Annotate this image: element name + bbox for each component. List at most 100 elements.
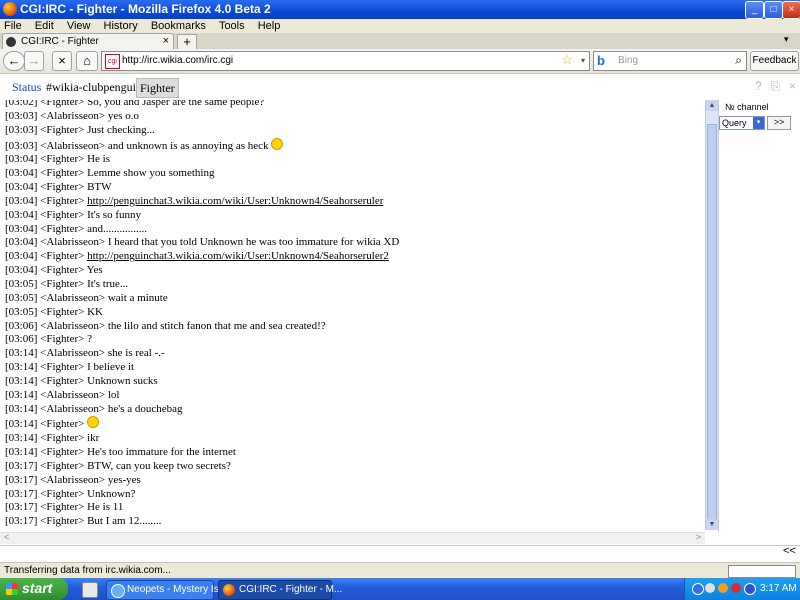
window-title: CGI:IRC - Fighter - Mozilla Firefox 4.0 … [20,2,271,16]
minimize-button[interactable]: _ [745,1,764,19]
window-title-bar[interactable]: CGI:IRC - Fighter - Mozilla Firefox 4.0 … [0,0,800,19]
chat-message: [03:03] <Fighter> Just checking... [0,124,704,138]
tray-antivirus-icon[interactable] [731,583,741,593]
close-window-icon[interactable]: × [786,80,799,93]
message-time: [03:17] [5,487,38,500]
message-text: ikr [87,432,100,445]
stop-button[interactable]: × [52,51,72,71]
message-time: [03:02] [5,100,38,108]
send-button[interactable]: << [783,545,796,557]
menu-history[interactable]: History [104,19,138,33]
chevron-down-icon[interactable]: ▾ [753,117,764,129]
menu-view[interactable]: View [67,19,91,33]
forward-button[interactable]: → [24,51,44,71]
message-nick: <Alabrisseon> [40,139,106,152]
new-tab-button[interactable]: + [177,34,197,50]
horizontal-scrollbar[interactable]: < > [0,532,705,544]
menu-edit[interactable]: Edit [35,19,54,33]
tray-messenger-icon[interactable] [705,583,715,593]
message-nick: <Fighter> [40,501,85,514]
message-text: lol [107,388,120,401]
message-nick: <Fighter> [40,459,85,472]
message-input[interactable] [2,546,777,559]
tab-list-button[interactable]: ▾ [784,34,789,45]
maximize-button[interactable]: □ [764,1,783,19]
help-icon[interactable]: ? [752,80,765,93]
url-text[interactable]: http://irc.wikia.com/irc.cgi [122,55,233,66]
message-time: [03:14] [5,432,38,445]
message-text: wait a minute [107,291,168,304]
url-dropdown-icon[interactable]: ▾ [581,56,585,65]
search-box[interactable]: b Bing ⌕ [593,51,747,71]
message-nick: <Fighter> [40,123,85,136]
start-button[interactable]: start [0,578,68,600]
message-time: [03:14] [5,347,38,360]
wink-emoticon-icon [271,137,284,150]
menu-help[interactable]: Help [258,19,281,33]
message-time: [03:17] [5,473,38,486]
message-nick: <Fighter> [40,222,85,235]
message-text: and................ [87,222,147,235]
query-go-button[interactable]: >> [767,116,791,130]
message-text: It's true... [87,277,129,290]
chat-message: [03:04] <Fighter> and................ [0,223,704,237]
message-time: [03:04] [5,236,38,249]
menu-bookmarks[interactable]: Bookmarks [151,19,206,33]
options-icon[interactable]: ⎘ [769,80,782,93]
chat-message: [03:14] <Fighter> [0,416,704,432]
message-nick: <Fighter> [40,208,85,221]
home-button[interactable]: ⌂ [76,51,98,71]
message-nick: <Fighter> [40,305,85,318]
feedback-button[interactable]: Feedback ▾ [750,51,799,83]
message-time: [03:04] [5,208,38,221]
bing-icon[interactable]: b [597,53,605,68]
message-text: He is 11 [87,501,124,514]
message-time: [03:17] [5,459,38,472]
tray-security-icon[interactable] [718,583,728,593]
irc-tab-fighter[interactable]: Fighter [136,78,179,98]
browser-tab[interactable]: CGI:IRC - Fighter × [2,33,174,50]
tray-network-icon[interactable] [692,583,704,595]
irc-tab-status[interactable]: Status [9,78,44,96]
menu-file[interactable]: File [4,19,22,33]
scroll-left-icon[interactable]: < [4,532,9,542]
message-time: [03:03] [5,139,38,152]
message-nick: <Fighter> [40,153,85,166]
message-time: [03:04] [5,181,38,194]
chat-message: [03:04] <Fighter> Yes [0,264,704,278]
message-text: and unknown is as annoying as heck [107,139,269,152]
taskbar-item-cgiirc[interactable]: CGI:IRC - Fighter - M... [218,580,342,600]
bookmark-star-icon[interactable]: ☆ [561,52,573,68]
message-nick: <Fighter> [40,100,85,108]
taskbar-item-neopets[interactable]: Neopets - Mystery Isl... [106,580,229,600]
menu-tools[interactable]: Tools [219,19,245,33]
back-button[interactable]: ← [3,51,25,71]
message-nick: <Fighter> [40,250,85,263]
message-time: [03:06] [5,333,38,346]
scroll-up-icon[interactable]: ▲ [706,100,718,111]
message-link[interactable]: http://penguinchat3.wikia.com/wiki/User:… [87,195,383,207]
scroll-down-icon[interactable]: ▼ [706,519,718,530]
chat-message: [03:05] <Alabrisseon> wait a minute [0,292,704,306]
chat-message: [03:17] <Alabrisseon> yes-yes [0,474,704,488]
message-link[interactable]: http://penguinchat3.wikia.com/wiki/User:… [87,250,389,262]
chat-scrollbar[interactable]: ▲ ▼ [705,100,718,530]
close-button[interactable]: × [782,1,800,19]
tray-volume-icon[interactable] [744,583,756,595]
ie-icon [111,584,125,598]
firefox-icon [3,2,17,16]
message-text: KK [87,305,103,318]
tab-close-icon[interactable]: × [163,35,169,47]
url-bar[interactable]: cgi http://irc.wikia.com/irc.cgi ☆ ▾ [101,51,590,71]
scroll-thumb[interactable] [707,124,717,520]
message-nick: <Alabrisseon> [40,347,106,360]
chat-message: [03:14] <Fighter> ikr [0,432,704,446]
quicklaunch-help-icon[interactable] [82,582,98,598]
smile-emoticon-icon [87,416,100,429]
message-nick: <Alabrisseon> [40,402,106,415]
irc-tab-channel[interactable]: #wikia-clubpenguin [43,78,145,96]
search-icon[interactable]: ⌕ [735,53,742,68]
scroll-right-icon[interactable]: > [696,532,701,542]
query-select[interactable]: Query ▾ [719,116,765,130]
message-time: [03:14] [5,402,38,415]
